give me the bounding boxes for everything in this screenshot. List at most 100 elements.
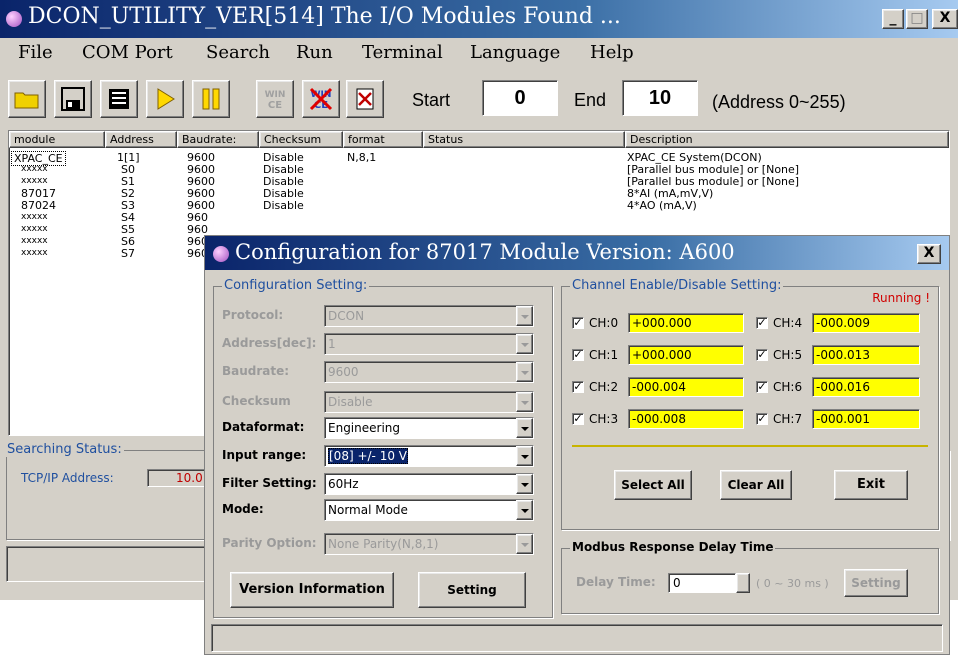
col-status[interactable]: Status [423,131,625,148]
channel-checkbox[interactable]: ✓ [572,381,584,393]
menu-bar: File COM Port Search Run Terminal Langua… [0,38,958,68]
channel-value: -000.004 [628,377,744,397]
col-address[interactable]: Address [105,131,177,148]
channel-label: CH:4 [773,316,803,330]
main-window-title: DCON_UTILITY_VER[514] The I/O Modules Fo… [28,4,621,29]
field-label: Filter Setting: [222,476,317,490]
menu-search[interactable]: Search [206,42,270,63]
print-button[interactable] [100,80,138,118]
close-button[interactable]: X [932,9,958,29]
version-information-button[interactable]: Version Information [230,572,394,608]
menu-file[interactable]: File [18,42,53,63]
toolbar: WIN CE WIN CE Start 0 End 10 (Address 0~… [0,70,958,128]
field-value: 9600 [328,365,359,379]
chevron-down-icon[interactable] [516,392,533,412]
menu-help[interactable]: Help [590,42,634,63]
stop-button[interactable] [346,80,384,118]
channel-checkbox[interactable]: ✓ [572,317,584,329]
clear-all-button[interactable]: Clear All [720,470,792,500]
channel-value: -000.009 [812,313,920,333]
dialog-close-button[interactable]: X [917,244,941,264]
menu-terminal[interactable]: Terminal [362,42,443,63]
open-folder-button[interactable] [8,80,46,118]
delay-range-label: ( 0 ~ 30 ms ) [756,577,829,590]
channel-checkbox[interactable]: ✓ [572,349,584,361]
chevron-down-icon[interactable] [516,500,533,520]
channel-label: CH:7 [773,412,803,426]
field-combo[interactable]: None Parity(N,8,1) [324,533,534,555]
col-checksum[interactable]: Checksum [259,131,343,148]
save-button[interactable] [54,80,92,118]
pause-button[interactable] [192,80,230,118]
select-all-button[interactable]: Select All [614,470,692,500]
field-combo[interactable]: Normal Mode [324,499,534,521]
channel-label: CH:5 [773,348,803,362]
channel-label: CH:1 [589,348,619,362]
chevron-down-icon[interactable] [516,306,533,326]
menu-run[interactable]: Run [296,42,333,63]
delay-time-spinner[interactable] [736,573,750,593]
field-combo[interactable]: DCON [324,305,534,327]
spin-arrows-icon[interactable] [516,334,533,354]
field-value: DCON [328,309,365,323]
chevron-down-icon[interactable] [516,418,533,438]
field-label: Protocol: [222,308,284,322]
configuration-setting-group: Configuration Setting: Protocol: DCON Addr… [213,278,553,618]
open-folder-icon [14,92,39,109]
end-label: End [574,90,607,110]
main-title-bar[interactable]: DCON_UTILITY_VER[514] The I/O Modules Fo… [0,0,958,38]
menu-com-port[interactable]: COM Port [82,42,173,63]
wince-cross-button[interactable]: WIN CE [302,80,340,118]
delay-time-input[interactable]: 0 [668,573,736,593]
end-address-input[interactable]: 10 [622,80,698,116]
chevron-down-icon[interactable] [516,474,533,494]
maximize-button[interactable]: □ [906,9,928,29]
chevron-down-icon[interactable] [516,534,533,554]
col-module[interactable]: module [9,131,105,148]
dialog-title-bar[interactable]: Configuration for 87017 Module Version: … [205,236,949,270]
channel-checkbox[interactable]: ✓ [572,413,584,425]
print-icon [109,89,129,109]
dialog-title: Configuration for 87017 Module Version: … [235,240,735,264]
setting-button[interactable]: Setting [418,572,526,608]
address-spin-field[interactable]: 1 [324,333,534,355]
field-value: 60Hz [328,477,359,491]
col-format[interactable]: format [343,131,423,148]
field-label: Dataformat: [222,420,305,434]
channel-divider [572,445,928,447]
svg-text:CE: CE [268,100,282,111]
channel-checkbox[interactable]: ✓ [756,413,768,425]
delay-time-label: Delay Time: [576,575,656,589]
field-combo[interactable]: Engineering [324,417,534,439]
channel-checkbox[interactable]: ✓ [756,349,768,361]
field-combo[interactable]: 60Hz [324,473,534,495]
table-cell: N,8,1 [347,151,377,164]
modbus-delay-title: Modbus Response Delay Time [570,540,776,554]
run-button[interactable] [146,80,184,118]
channel-checkbox[interactable]: ✓ [756,381,768,393]
wince-button[interactable]: WIN CE [256,80,294,118]
channel-enable-title: Channel Enable/Disable Setting: [570,278,784,293]
channel-checkbox[interactable]: ✓ [756,317,768,329]
field-label: Checksum [222,394,291,408]
field-label: Address[dec]: [222,336,317,350]
exit-button[interactable]: Exit [834,470,908,500]
address-range-label: (Address 0~255) [712,92,846,112]
channel-label: CH:2 [589,380,619,394]
field-combo[interactable]: [08] +/- 10 V [324,445,534,467]
menu-language[interactable]: Language [470,42,560,63]
channel-enable-group: Channel Enable/Disable Setting: Running … [561,278,939,530]
channel-label: CH:3 [589,412,619,426]
field-combo[interactable]: Disable [324,391,534,413]
col-baudrate[interactable]: Baudrate: [177,131,259,148]
chevron-down-icon[interactable] [516,446,533,466]
start-address-input[interactable]: 0 [482,80,558,116]
delay-setting-button[interactable]: Setting [844,569,908,597]
minimize-button[interactable]: _ [882,9,904,29]
modbus-delay-group: Modbus Response Delay Time Delay Time: 0… [561,540,939,614]
field-value: Engineering [328,421,400,435]
chevron-down-icon[interactable] [516,362,533,382]
col-description[interactable]: Description [625,131,949,148]
tcp-ip-value: 10.0 [147,469,207,487]
field-combo[interactable]: 9600 [324,361,534,383]
